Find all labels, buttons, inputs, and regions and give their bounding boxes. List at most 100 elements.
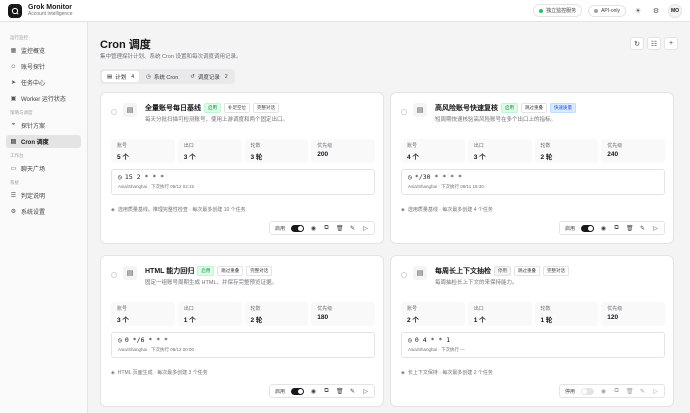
view-icon[interactable]: ◉ xyxy=(600,388,607,395)
tab-count: 2 xyxy=(224,73,228,80)
toggle-label: 停用 xyxy=(564,388,575,395)
run-icon[interactable]: ▷ xyxy=(362,225,369,232)
plan-card[interactable]: ▤ 每周长上下文抽检 停用 跳过重叠 完整对话 每周抽检长上下文的来保持能力。 账号 2… xyxy=(390,255,674,407)
enable-toggle[interactable] xyxy=(291,224,304,232)
status-badge: 跳过重叠 xyxy=(514,266,540,276)
status-badge: 启用 xyxy=(197,266,215,276)
sidebar-section-label: 策略与调度 xyxy=(10,110,33,115)
stat-rounds: 轮数 2 轮 xyxy=(534,139,599,163)
tab-bar: ▤ 计划 4 ◷ 系统 Cron ↺ 调度记录 2 xyxy=(100,69,235,84)
plan-title: HTML 能力回归 xyxy=(145,268,195,275)
cron-expression: */30 * * * * xyxy=(414,173,462,181)
enable-toggle[interactable] xyxy=(581,224,594,232)
cron-expression: 0 */6 * * * xyxy=(124,336,168,344)
layers-icon: ◈ xyxy=(401,206,405,213)
status-badge: 完整对话 xyxy=(253,103,279,113)
delete-icon[interactable]: 🗑 xyxy=(626,225,634,232)
api-mode-pill[interactable]: API-only xyxy=(588,4,626,17)
status-badge: 跳过重叠 xyxy=(521,103,547,113)
sidebar-item-cron[interactable]: ▤ Cron 调度 xyxy=(6,135,81,148)
select-radio[interactable] xyxy=(111,272,117,278)
enable-toggle[interactable] xyxy=(291,387,304,395)
sidebar-item-probe-plans[interactable]: ⌖ 探针方案 xyxy=(6,119,81,132)
status-badge: 跳过重叠 xyxy=(217,266,244,276)
send-icon: ➤ xyxy=(10,80,17,86)
cron-next-run: Asia/Shanghai · 下次执行 — xyxy=(408,347,465,352)
calendar-clock-icon: ▤ xyxy=(123,266,137,280)
clock-icon: ◷ xyxy=(146,73,151,80)
select-radio[interactable] xyxy=(401,109,407,115)
settings-gear-icon[interactable]: ⚙ xyxy=(650,5,662,17)
delete-icon[interactable]: 🗑 xyxy=(336,388,344,395)
enable-toggle[interactable] xyxy=(581,387,594,395)
select-radio[interactable] xyxy=(111,109,117,115)
status-badge: 启用 xyxy=(501,103,518,113)
add-plan-button[interactable]: + xyxy=(664,37,678,50)
grid-icon: ▦ xyxy=(10,48,17,54)
plan-description: 固定一组账号周期生成 HTML，并保存完整预览证据。 xyxy=(145,280,278,286)
edit-icon[interactable]: ✎ xyxy=(349,388,356,395)
sidebar-item-chat[interactable]: ▭ 聊天广场 xyxy=(6,162,81,175)
plan-card[interactable]: ▤ 全量账号每日基线 启用 补足空位 完整对话 每天分批扫描可检测账号，使用上游调度和… xyxy=(100,92,384,244)
service-status-pill[interactable]: 独立监控服务 xyxy=(533,4,583,17)
tab-history[interactable]: ↺ 调度记录 2 xyxy=(185,71,232,82)
copy-icon[interactable]: ⧉ xyxy=(613,388,620,395)
run-icon[interactable]: ▷ xyxy=(652,388,659,395)
sidebar-item-account-probe[interactable]: ☺ 账号探针 xyxy=(6,60,81,73)
plan-card[interactable]: ▤ 高风险账号快速复核 启用 跳过重叠 快速质量 短周期快速核验高风险账号在多个出口上… xyxy=(390,92,674,244)
sidebar-section-label: 系统 xyxy=(10,180,19,185)
sidebar-item-overview[interactable]: ▦ 监控概览 xyxy=(6,44,81,57)
sidebar-item-worker[interactable]: ▣ Worker 运行状态 xyxy=(6,92,81,105)
sidebar-item-tasks[interactable]: ➤ 任务中心 xyxy=(6,76,81,89)
copy-icon[interactable]: ⧉ xyxy=(323,225,330,232)
sidebar-item-docs[interactable]: ☰ 判定说明 xyxy=(6,189,81,202)
plan-card[interactable]: ▤ HTML 能力回归 启用 跳过重叠 完整对话 固定一组账号周期生成 HTML，并保… xyxy=(100,255,384,407)
chat-icon: ▭ xyxy=(10,166,17,172)
view-icon[interactable]: ◉ xyxy=(310,225,317,232)
clock-icon: ◷ xyxy=(408,336,412,344)
edit-icon[interactable]: ✎ xyxy=(349,225,356,232)
user-icon: ☺ xyxy=(10,63,17,70)
tab-system-cron[interactable]: ◷ 系统 Cron xyxy=(141,71,183,82)
plan-title: 全量账号每日基线 xyxy=(145,105,201,112)
delete-icon[interactable]: 🗑 xyxy=(626,388,634,395)
plan-note: ◈ HTML 页面生成 · 每次最多创建 3 个任务 xyxy=(111,369,208,377)
cron-next-run: Asia/Shanghai · 下次执行 08/12 02:15 xyxy=(118,184,195,189)
status-badge: 快速质量 xyxy=(550,103,576,113)
toggle-label: 启用 xyxy=(274,388,285,395)
plan-description: 每周抽检长上下文的来保持能力。 xyxy=(435,280,518,286)
delete-icon[interactable]: 🗑 xyxy=(336,225,344,232)
tab-plans[interactable]: ▤ 计划 4 xyxy=(102,71,139,82)
theme-toggle-icon[interactable]: ☀ xyxy=(632,5,644,17)
edit-icon[interactable]: ✎ xyxy=(639,225,646,232)
status-badge: 停用 xyxy=(494,266,511,276)
select-radio[interactable] xyxy=(401,272,407,278)
run-icon[interactable]: ▷ xyxy=(362,388,369,395)
settings-icon: ⚙ xyxy=(10,209,17,215)
stat-rounds: 轮数 2 轮 xyxy=(244,302,309,326)
status-badge: 补足空位 xyxy=(224,103,250,113)
checklist-icon: ☷ xyxy=(650,40,658,48)
page-title: Cron 调度 xyxy=(100,39,151,51)
sidebar: 运行监控 ▦ 监控概览 ☺ 账号探针 ➤ 任务中心 ▣ Worker 运行状态 策略与调… xyxy=(0,22,88,413)
copy-icon[interactable]: ⧉ xyxy=(323,388,330,395)
plan-description: 短周期快速核验高风险账号在多个出口上的指标。 xyxy=(435,117,557,123)
cron-next-run: Asia/Shanghai · 下次执行 08/12 00:00 xyxy=(118,347,195,352)
plan-note: ◈ 选用质量基线。推理完整性检查 · 每次最多创建 10 个任务 xyxy=(111,206,246,214)
run-icon[interactable]: ▷ xyxy=(652,225,659,232)
calendar-clock-icon: ▤ xyxy=(123,103,137,117)
plan-note: ◈ 选用质量基线 · 每次最多创建 4 个任务 xyxy=(401,206,493,214)
avatar[interactable]: MO xyxy=(668,3,682,18)
calendar-icon: ▤ xyxy=(10,139,17,145)
copy-icon[interactable]: ⧉ xyxy=(613,225,620,232)
view-icon[interactable]: ◉ xyxy=(310,388,317,395)
sidebar-section-label: 工作台 xyxy=(10,153,24,158)
doc-icon: ☰ xyxy=(10,193,17,199)
sidebar-item-settings[interactable]: ⚙ 系统设置 xyxy=(6,205,81,218)
edit-icon[interactable]: ✎ xyxy=(639,388,646,395)
refresh-button[interactable]: ↻ xyxy=(630,37,644,50)
batch-select-button[interactable]: ☷ xyxy=(647,37,661,50)
stat-exits: 出口 1 个 xyxy=(177,302,242,326)
view-icon[interactable]: ◉ xyxy=(600,225,607,232)
api-mode-dot xyxy=(594,8,599,13)
